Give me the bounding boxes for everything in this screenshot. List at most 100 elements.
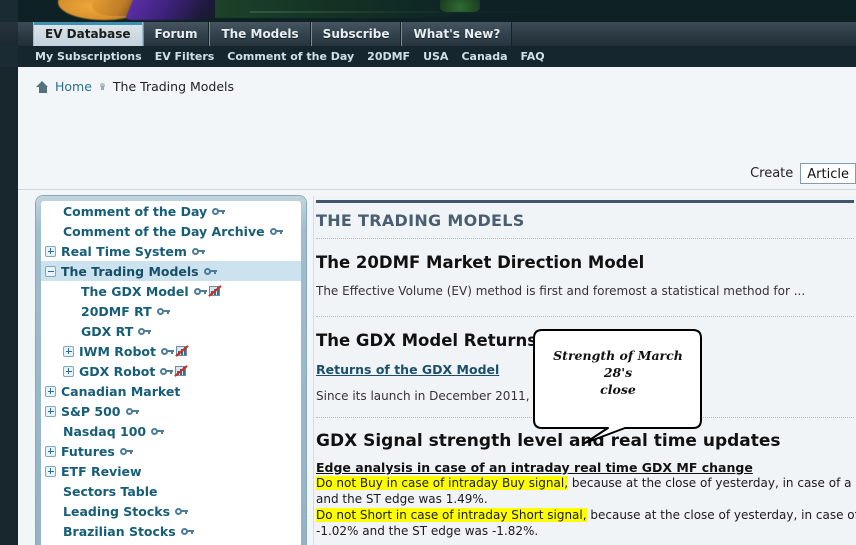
sidebar-item-label: Brazilian Stocks xyxy=(63,523,176,539)
key-icon xyxy=(125,407,139,416)
sidebar-item-label: GDX RT xyxy=(81,323,134,339)
banner-gutter xyxy=(0,0,18,22)
main-content: THE TRADING MODELS The 20DMF Market Dire… xyxy=(313,196,856,545)
browser-page: EV Database Forum The Models Subscribe W… xyxy=(0,0,856,545)
sidebar-item-label: Canadian Market xyxy=(61,383,181,399)
sidebar-item-label: GDX Robot xyxy=(79,363,156,379)
sidebar-item-futures[interactable]: Futures xyxy=(41,441,301,461)
sidebar-item-real-time-system[interactable]: Real Time System xyxy=(41,241,301,261)
expand-plus-icon[interactable] xyxy=(45,385,56,397)
tab-forum[interactable]: Forum xyxy=(142,22,210,46)
create-article-control: Create Article xyxy=(750,163,856,184)
expand-plus-icon[interactable] xyxy=(45,405,56,417)
subnav-item-canada[interactable]: Canada xyxy=(461,50,507,63)
subnav-item-faq[interactable]: FAQ xyxy=(521,50,545,63)
sidebar-item-the-trading-models[interactable]: The Trading Models xyxy=(41,261,301,281)
sidebar-item-leading-stocks[interactable]: Leading Stocks xyxy=(41,501,301,521)
key-icon xyxy=(175,507,189,516)
no-chart-icon xyxy=(174,365,189,377)
key-icon xyxy=(160,347,174,356)
sidebar-item-the-gdx-model[interactable]: The GDX Model xyxy=(41,281,301,301)
site-banner xyxy=(0,0,856,22)
subnav-item-usa[interactable]: USA xyxy=(423,50,448,63)
key-icon xyxy=(138,327,152,336)
tab-subscribe[interactable]: Subscribe xyxy=(310,22,402,46)
sidebar-item-gdx-robot[interactable]: GDX Robot xyxy=(41,361,301,381)
breadcrumb-current: The Trading Models xyxy=(112,79,235,94)
expand-plus-icon[interactable] xyxy=(45,465,56,477)
sidebar-item-label: Nasdaq 100 xyxy=(63,423,147,439)
expand-plus-icon[interactable] xyxy=(63,345,74,357)
highlight-do-not-short: Do not Short in case of intraday Short s… xyxy=(316,508,587,522)
sidebar-panel: Comment of the Day Comment of the Day Ar… xyxy=(36,196,306,545)
sidebar-item-gdx-rt[interactable]: GDX RT xyxy=(41,321,301,341)
expand-plus-icon[interactable] xyxy=(45,445,56,457)
header-divider xyxy=(18,189,856,190)
sidebar-item-nasdaq-100[interactable]: Nasdaq 100 xyxy=(41,421,301,441)
sidebar-item-label: The GDX Model xyxy=(81,283,189,299)
tab-the-models[interactable]: The Models xyxy=(209,22,311,46)
key-icon xyxy=(191,247,205,256)
sidebar-item-label: Comment of the Day Archive xyxy=(63,223,265,239)
expand-plus-icon[interactable] xyxy=(45,245,56,257)
banner-art-streak xyxy=(250,11,570,13)
sidebar-item-comment-of-the-day-archive[interactable]: Comment of the Day Archive xyxy=(41,221,301,241)
sidebar-item-etf-review[interactable]: ETF Review xyxy=(41,461,301,481)
no-chart-icon xyxy=(207,285,222,297)
breadcrumb-home-link[interactable]: Home xyxy=(55,79,92,94)
edge-line-3-rest: because at the close of yesterday, in ca… xyxy=(590,508,856,522)
home-icon xyxy=(36,80,49,93)
tab-ev-database[interactable]: EV Database xyxy=(33,22,143,46)
subnav-item-comment-of-the-day[interactable]: Comment of the Day xyxy=(227,50,354,63)
key-icon xyxy=(193,287,207,296)
breadcrumb-separator-icon xyxy=(98,82,107,91)
tab-whats-new[interactable]: What's New? xyxy=(401,22,513,46)
key-icon xyxy=(180,527,194,536)
key-icon xyxy=(160,367,174,376)
sidebar-item-label: IWM Robot xyxy=(79,343,156,359)
secondary-nav-bar: My Subscriptions EV Filters Comment of t… xyxy=(0,46,856,67)
create-label: Create xyxy=(750,166,794,181)
sidebar-item-label: Comment of the Day xyxy=(63,203,208,219)
key-icon xyxy=(156,307,170,316)
content-divider xyxy=(316,238,854,240)
content-divider xyxy=(316,316,854,318)
subnav-item-20dmf[interactable]: 20DMF xyxy=(367,50,410,63)
sidebar-item-iwm-robot[interactable]: IWM Robot xyxy=(41,341,301,361)
sidebar-item-sp-500[interactable]: S&P 500 xyxy=(41,401,301,421)
sidebar-item-comment-of-the-day[interactable]: Comment of the Day xyxy=(41,201,301,221)
edge-line-1-rest: because at the close of yesterday, in ca… xyxy=(571,476,856,490)
sidebar-item-20dmf-rt[interactable]: 20DMF RT xyxy=(41,301,301,321)
sidebar-item-label: Real Time System xyxy=(61,243,187,259)
subnav-item-my-subscriptions[interactable]: My Subscriptions xyxy=(35,50,142,63)
page-title: THE TRADING MODELS xyxy=(316,211,525,230)
sidebar-item-sectors-table[interactable]: Sectors Table xyxy=(41,481,301,501)
primary-tabs: EV Database Forum The Models Subscribe W… xyxy=(33,22,513,46)
sidebar-item-label: The Trading Models xyxy=(61,263,199,279)
sidebar-item-label: Futures xyxy=(61,443,115,459)
edge-line-2: and the ST edge was 1.49%. xyxy=(316,492,488,506)
tab-label: Forum xyxy=(154,27,198,41)
sidebar-item-brazilian-stocks[interactable]: Brazilian Stocks xyxy=(41,521,301,541)
tab-label: Subscribe xyxy=(322,27,390,41)
key-icon xyxy=(269,227,283,236)
collapse-minus-icon[interactable] xyxy=(45,265,56,277)
subnav-links: My Subscriptions EV Filters Comment of t… xyxy=(35,50,545,63)
page-body: Home The Trading Models Create Article C… xyxy=(0,67,856,545)
link-returns-of-the-gdx-model[interactable]: Returns of the GDX Model xyxy=(316,362,499,377)
sidebar-item-canadian-market[interactable]: Canadian Market xyxy=(41,381,301,401)
key-icon xyxy=(151,427,165,436)
highlight-do-not-buy: Do not Buy in case of intraday Buy signa… xyxy=(316,476,569,490)
tab-label: What's New? xyxy=(413,27,501,41)
expand-plus-icon[interactable] xyxy=(63,365,74,377)
subnav-gutter xyxy=(0,46,18,67)
create-type-select[interactable]: Article xyxy=(800,163,856,184)
sidebar-item-chinese-stocks[interactable]: Chinese Stocks xyxy=(41,541,301,545)
key-icon xyxy=(119,447,133,456)
heading-20dmf-model: The 20DMF Market Direction Model xyxy=(316,253,645,272)
edge-line-4: -1.02% and the ST edge was -1.82%. xyxy=(316,524,539,538)
sidebar-item-label: Sectors Table xyxy=(63,483,158,499)
edge-line-1: Do not Buy in case of intraday Buy signa… xyxy=(316,476,856,491)
edge-line-3: Do not Short in case of intraday Short s… xyxy=(316,508,856,523)
subnav-item-ev-filters[interactable]: EV Filters xyxy=(155,50,215,63)
